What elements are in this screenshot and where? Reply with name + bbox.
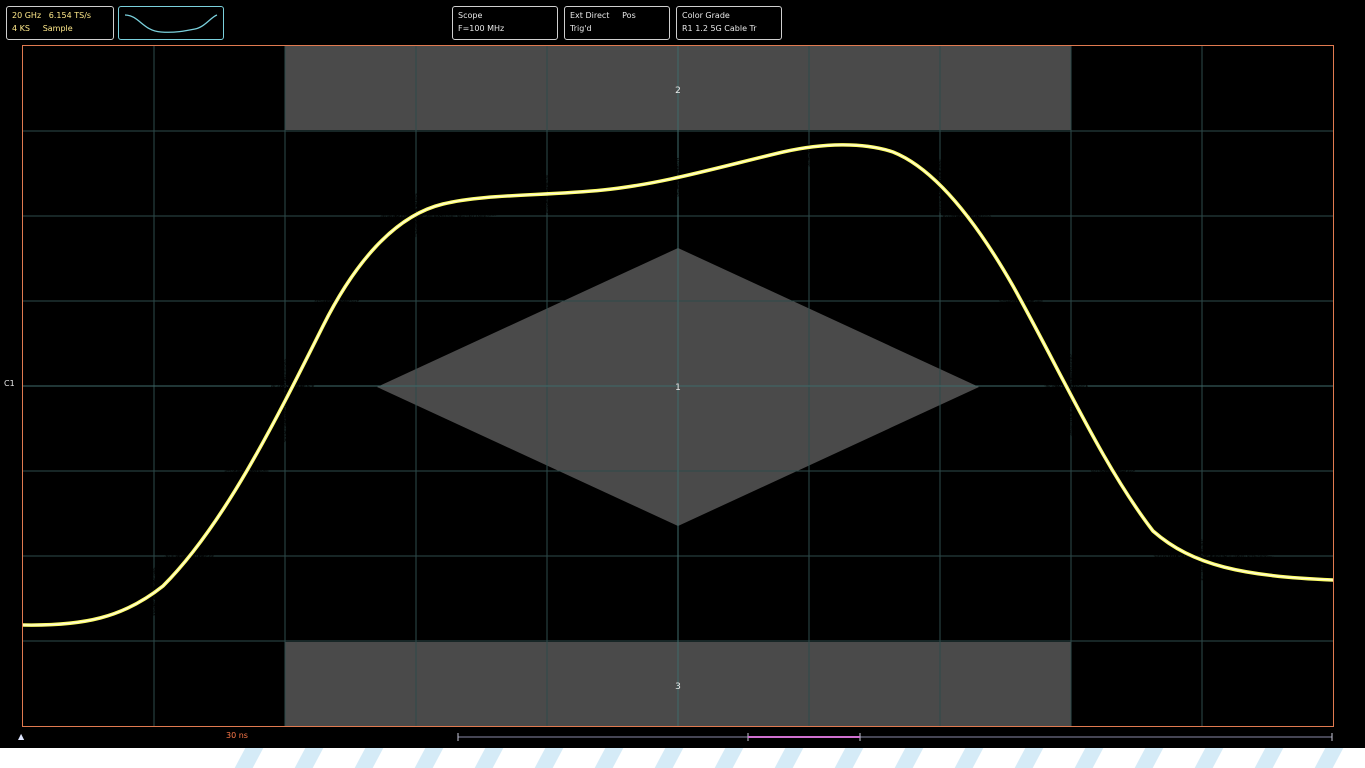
display-info-box[interactable]: Color Grade R1 1.2 5G Cable Tr	[676, 6, 782, 40]
mask-label-top: 2	[675, 86, 681, 96]
trigger-info-box[interactable]: Ext Direct Pos Trig'd	[564, 6, 670, 40]
display-mode: Color Grade	[682, 11, 730, 20]
bandwidth: 20 GHz	[12, 11, 42, 20]
acquisition-mode: Sample	[42, 24, 73, 33]
channel-label[interactable]: C1	[4, 379, 15, 388]
scope-title: Scope	[458, 11, 483, 20]
waveform-thumbnail-icon[interactable]	[118, 6, 224, 40]
record-points: 4 KS	[12, 24, 30, 33]
sample-rate: 6.154 TS/s	[48, 11, 92, 20]
acquisition-info-box[interactable]: 20 GHz 6.154 TS/s 4 KS Sample	[6, 6, 114, 40]
mask-label-bottom: 3	[675, 682, 681, 692]
record-view-bar[interactable]	[22, 731, 1334, 743]
trigger-status: Trig'd	[570, 24, 592, 33]
page-bottom-band	[0, 748, 1365, 768]
waveform-plot: 2 1 3	[4, 46, 1352, 726]
trigger-source: Ext Direct	[570, 11, 610, 20]
scope-frequency: F=100 MHz	[458, 24, 505, 33]
mask-label-center: 1	[675, 383, 681, 393]
graticule[interactable]: 2 1 3	[4, 45, 1352, 727]
trigger-slope: Pos	[622, 11, 636, 20]
scope-info-box[interactable]: Scope F=100 MHz	[452, 6, 558, 40]
oscilloscope-screen: 20 GHz 6.154 TS/s 4 KS Sample Scope F=10…	[0, 0, 1365, 748]
reference-waveform: R1 1.2 5G Cable Tr	[682, 24, 757, 33]
